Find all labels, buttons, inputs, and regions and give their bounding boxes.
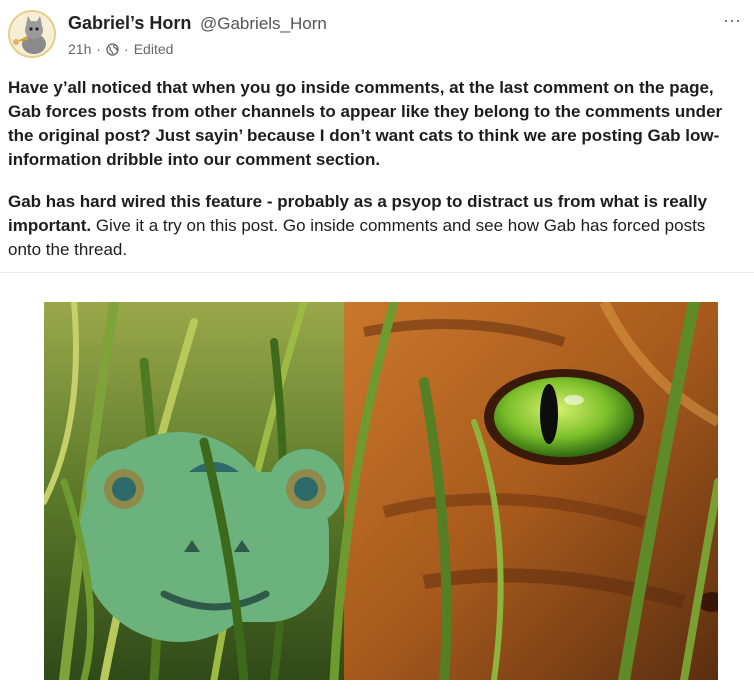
post-meta: 21h · · Edited bbox=[68, 41, 173, 57]
post-body: Have y’all noticed that when you go insi… bbox=[8, 76, 740, 280]
post-paragraph-1-text: Have y’all noticed that when you go insi… bbox=[8, 78, 723, 169]
edited-label: Edited bbox=[133, 41, 174, 57]
cat-eye bbox=[484, 369, 644, 465]
author-handle[interactable]: @Gabriels_Horn bbox=[200, 14, 327, 34]
more-options-button[interactable]: ··· bbox=[720, 10, 744, 30]
author-avatar[interactable] bbox=[8, 10, 56, 58]
meta-separator: · bbox=[96, 41, 102, 57]
post-paragraph-2: Gab has hard wired this feature - probab… bbox=[8, 190, 740, 262]
post-image[interactable] bbox=[44, 302, 718, 680]
cat-avatar-icon bbox=[10, 12, 54, 56]
post-time[interactable]: 21h bbox=[68, 41, 91, 57]
post-header: Gabriel’s Horn @Gabriels_Horn 21h · · Ed… bbox=[0, 0, 754, 70]
author-name[interactable]: Gabriel’s Horn bbox=[68, 13, 191, 34]
post-paragraph-1: Have y’all noticed that when you go insi… bbox=[8, 76, 740, 172]
globe-icon bbox=[106, 42, 119, 56]
meta-separator: · bbox=[124, 41, 129, 57]
gab-frog-and-cat-image bbox=[44, 302, 718, 680]
post-paragraph-2-rest: Give it a try on this post. Go inside co… bbox=[8, 216, 706, 259]
media-divider bbox=[0, 272, 754, 273]
